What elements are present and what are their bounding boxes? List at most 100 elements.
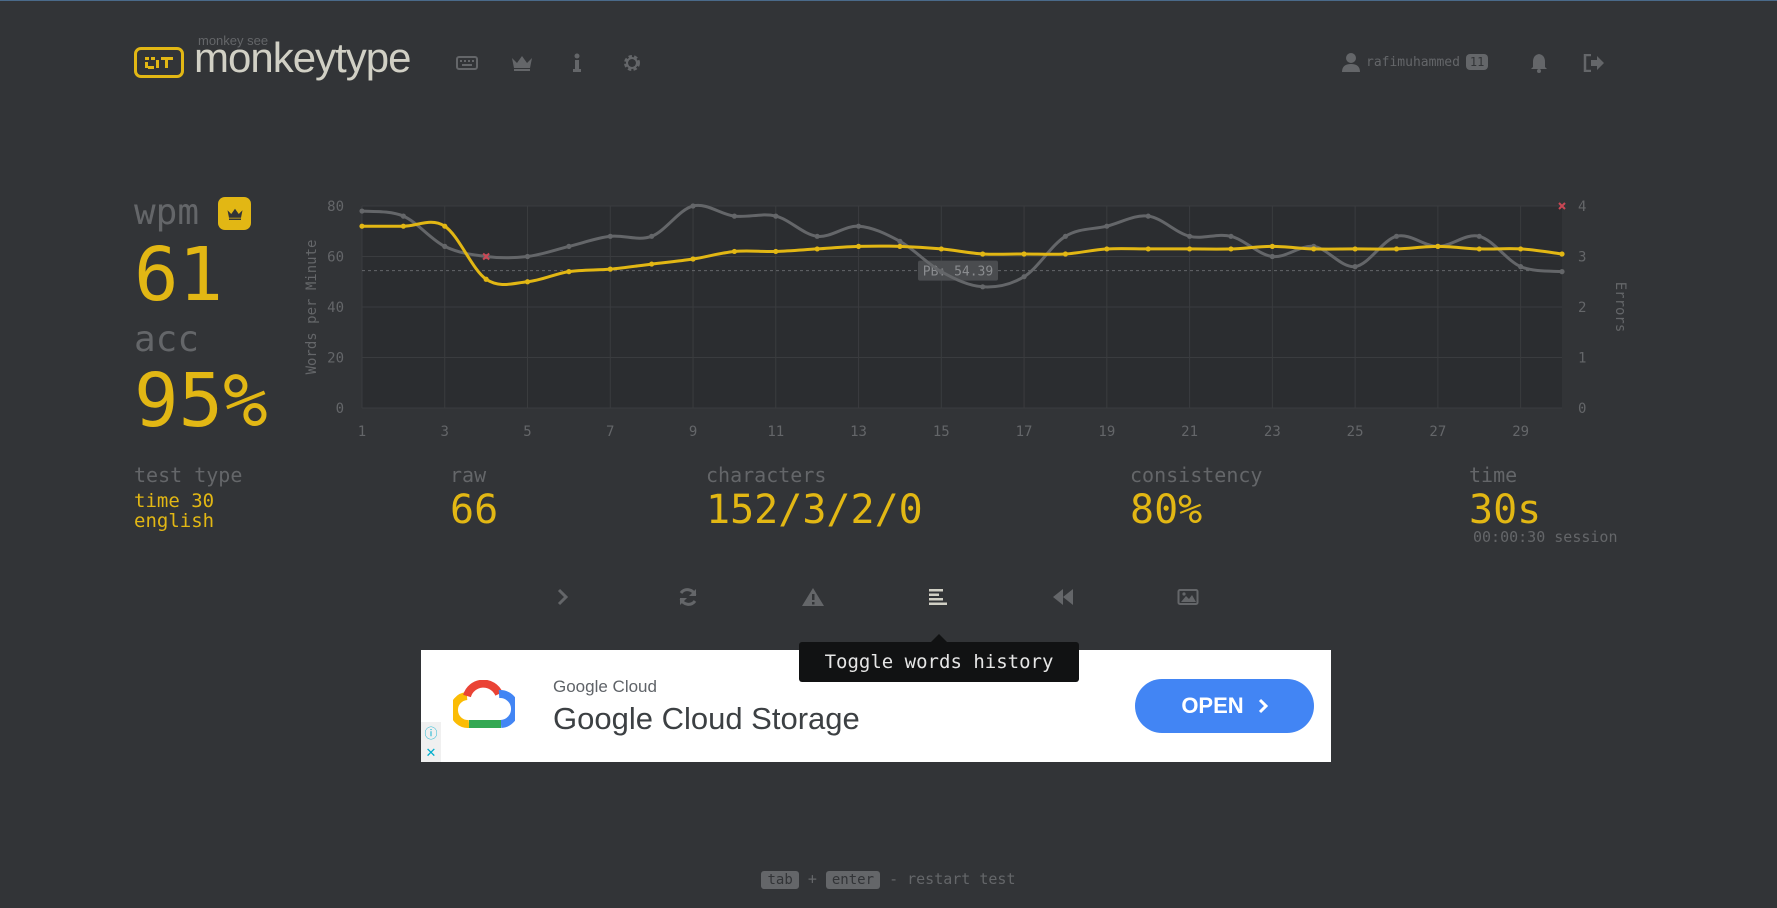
chart-y2-axis-title: Errors: [1612, 282, 1628, 333]
sign-out-icon[interactable]: [1581, 50, 1607, 76]
words-history-tooltip: Toggle words history: [799, 634, 1079, 682]
chart-point-raw: [1476, 233, 1482, 239]
chart-y-tick-label: 20: [327, 351, 344, 367]
chart-point-wpm: [855, 243, 862, 249]
chart-x-tick-label: 27: [1429, 424, 1446, 440]
chevron-right-icon: [1258, 698, 1268, 714]
chart-point-wpm: [524, 279, 531, 285]
chart-point-raw: [1021, 274, 1027, 280]
chart-y-tick-label: 0: [336, 401, 344, 417]
test-type-label: test type: [134, 463, 243, 487]
chart-point-raw: [980, 284, 986, 290]
window-top-border: [0, 0, 1777, 1]
chart-y-tick-label: 80: [327, 199, 344, 215]
chart-x-tick-label: 1: [358, 424, 366, 440]
chart-y2-tick-label: 0: [1578, 401, 1586, 417]
time-label: time: [1469, 463, 1518, 487]
chart-y-axis-title: Words per Minute: [304, 240, 320, 375]
bell-icon[interactable]: [1526, 50, 1552, 76]
consistency-value: 80%: [1130, 487, 1203, 533]
chart-y2-tick-label: 4: [1578, 199, 1586, 215]
wpm-chart: 020406080012341 3 5 7 9 11 13 15 17 19 21 23 25 27 29W…: [304, 199, 1628, 440]
restart-hint-text: - restart test: [889, 870, 1016, 888]
replay-button[interactable]: [1043, 582, 1083, 612]
chart-x-tick-label: 11: [767, 424, 784, 440]
chart-x-tick-label: 25: [1347, 424, 1364, 440]
chart-point-wpm: [1518, 246, 1524, 252]
chart-point-raw: [649, 233, 655, 239]
screenshot-icon: [1177, 589, 1199, 605]
crown-icon[interactable]: [509, 50, 535, 76]
monkeytype-logo-icon[interactable]: [134, 47, 184, 78]
chart-point-wpm: [1104, 246, 1110, 252]
ad-open-button[interactable]: OPEN: [1135, 679, 1314, 733]
ad-info-icon[interactable]: ⓘ: [424, 723, 437, 742]
ad-brand: Google Cloud: [553, 677, 657, 696]
chart-point-wpm: [897, 243, 903, 249]
next-test-button[interactable]: [543, 582, 583, 612]
words-history-button[interactable]: [918, 582, 958, 612]
chart-x-tick-label: 15: [933, 424, 950, 440]
chart-point-raw: [1104, 223, 1110, 229]
chart-y2-tick-label: 3: [1578, 250, 1586, 266]
chart-point-raw: [1145, 213, 1151, 219]
chart-point-wpm: [731, 248, 738, 255]
chart-x-tick-label: 21: [1181, 424, 1198, 440]
report-button[interactable]: [793, 582, 833, 612]
save-screenshot-button[interactable]: [1168, 582, 1208, 612]
chart-point-raw: [566, 243, 572, 249]
personal-best-crown-icon: [218, 197, 251, 230]
chart-point-wpm: [1021, 251, 1027, 257]
session-time: 00:00:30 session: [1473, 528, 1618, 546]
chart-point-wpm: [359, 223, 365, 229]
chart-point-wpm: [1311, 246, 1317, 252]
chart-point-raw: [359, 208, 365, 214]
chart-point-raw: [607, 233, 613, 239]
ad-close-icon[interactable]: ✕: [426, 745, 437, 761]
chart-x-tick-label: 5: [523, 424, 531, 440]
chart-point-raw: [524, 253, 531, 260]
ad-open-label: OPEN: [1181, 693, 1244, 718]
chart-point-raw: [938, 269, 944, 275]
chart-point-wpm: [442, 223, 448, 229]
logo-title[interactable]: monkeytype: [194, 34, 411, 82]
chart-point-wpm: [1228, 246, 1234, 252]
chart-point-raw: [897, 238, 903, 244]
chart-point-raw: [1352, 264, 1358, 270]
info-icon[interactable]: [564, 50, 590, 76]
chart-point-wpm: [1269, 243, 1275, 249]
ad-choices[interactable]: ⓘ ✕: [421, 722, 441, 762]
acc-value: 95%: [134, 358, 268, 444]
keyboard-icon[interactable]: [454, 50, 480, 76]
gear-icon[interactable]: [619, 50, 645, 76]
chart-point-wpm: [690, 256, 696, 262]
chart-point-wpm: [1559, 251, 1565, 257]
user-account[interactable]: rafimuhammed 11: [1342, 52, 1489, 72]
chart-x-tick-label: 17: [1016, 424, 1033, 440]
acc-label: acc: [134, 319, 200, 360]
wpm-value: 61: [134, 232, 224, 318]
chart-x-tick-label: 9: [689, 424, 697, 440]
warning-icon: [802, 588, 824, 606]
chart-point-wpm: [483, 276, 489, 282]
google-cloud-logo-icon: [453, 680, 515, 729]
raw-label: raw: [450, 463, 487, 487]
plus-sign: +: [807, 870, 817, 888]
time-value: 30s: [1469, 487, 1542, 533]
chart-point-raw: [400, 213, 406, 219]
chart-y-tick-label: 60: [327, 250, 344, 266]
ad-title[interactable]: Google Cloud Storage: [553, 701, 860, 737]
chart-y2-tick-label: 2: [1578, 300, 1586, 316]
chart-point-wpm: [649, 261, 655, 267]
chart-point-wpm: [566, 269, 572, 275]
restart-test-button[interactable]: [668, 582, 708, 612]
test-type-mode[interactable]: time 30: [134, 490, 214, 512]
chart-x-tick-label: 13: [850, 424, 867, 440]
chart-point-raw: [1269, 253, 1275, 260]
chart-point-wpm: [1062, 251, 1069, 257]
chart-y2-tick-label: 1: [1578, 351, 1586, 367]
chart-x-tick-label: 7: [606, 424, 614, 440]
test-type-language[interactable]: english: [134, 510, 214, 532]
replay-icon: [1053, 589, 1073, 605]
chart-point-wpm: [607, 266, 613, 272]
